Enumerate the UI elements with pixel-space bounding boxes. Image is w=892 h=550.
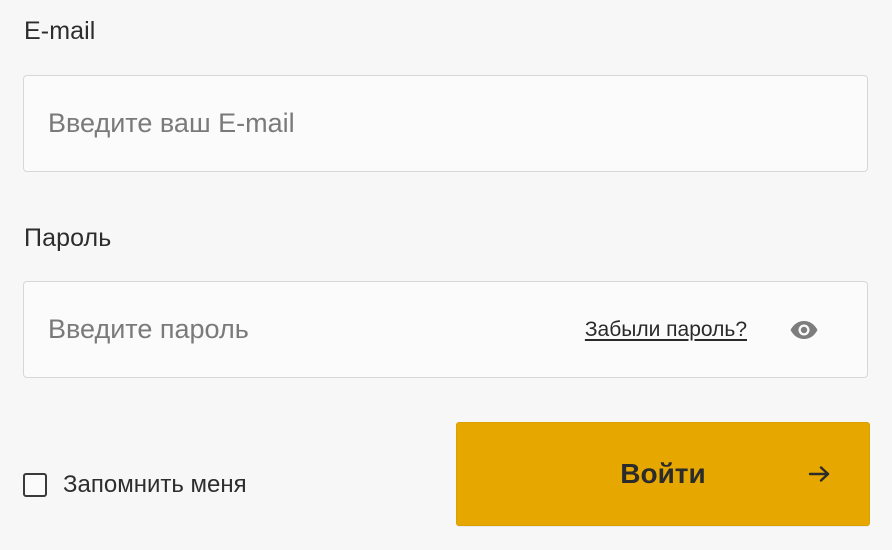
password-input[interactable] — [48, 282, 548, 377]
login-button[interactable]: Войти — [456, 422, 870, 526]
remember-me-toggle[interactable]: Запомнить меня — [23, 470, 247, 500]
remember-me-checkbox[interactable] — [23, 473, 47, 497]
password-label: Пароль — [24, 224, 112, 252]
remember-me-label: Запомнить меня — [63, 471, 247, 498]
email-input[interactable] — [48, 76, 838, 171]
forgot-password-link[interactable]: Забыли пароль? — [585, 318, 747, 342]
arrow-right-icon — [808, 466, 830, 482]
email-label: E-mail — [24, 17, 96, 45]
login-form: E-mail Пароль Забыли пароль? Запомнить м… — [0, 0, 892, 550]
email-field-container[interactable] — [23, 75, 868, 172]
password-field-container[interactable]: Забыли пароль? — [23, 281, 868, 378]
eye-icon[interactable] — [789, 319, 819, 341]
